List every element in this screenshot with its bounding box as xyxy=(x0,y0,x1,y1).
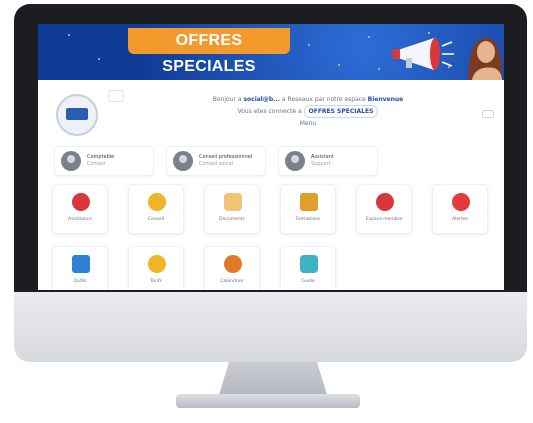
screen: OFFRES SPECIALES Bonjour a social@b... a… xyxy=(38,24,504,290)
user-avatar-icon xyxy=(285,151,305,171)
user-avatar-icon xyxy=(61,151,81,171)
tile-label: Tarifs xyxy=(150,279,162,284)
service-tile[interactable]: Assistance xyxy=(52,184,108,234)
message-icon[interactable] xyxy=(108,90,124,102)
tile-label: Guide xyxy=(301,279,315,284)
calendar-icon xyxy=(224,255,242,273)
account-sub: Conseil xyxy=(87,161,106,167)
user-avatar-icon xyxy=(173,151,193,171)
company-logo[interactable] xyxy=(56,94,98,136)
person-image xyxy=(468,37,502,80)
monitor-base xyxy=(176,394,360,408)
service-tile[interactable]: Guide xyxy=(280,246,336,290)
service-tile[interactable]: Tarifs xyxy=(128,246,184,290)
tile-label: Formations xyxy=(295,217,321,222)
account-sub: Support xyxy=(311,161,331,167)
target-icon xyxy=(376,193,394,211)
service-tile[interactable]: Outils xyxy=(52,246,108,290)
welcome-prefix: Bonjour a xyxy=(212,96,242,103)
service-tile[interactable]: Espace membre xyxy=(356,184,412,234)
account-name: Comptable xyxy=(87,154,115,160)
welcome-name: Bienvenue xyxy=(367,96,404,103)
tile-label: Conseil xyxy=(147,217,165,222)
offer-pill[interactable]: OFFRES SPECIALES xyxy=(303,105,379,118)
account-name: Assistant xyxy=(311,154,334,160)
service-tile[interactable]: Documents xyxy=(204,184,260,234)
account-card[interactable]: Assistant Support xyxy=(278,146,378,176)
monitor-chin xyxy=(14,292,527,362)
account-sub: Conseil social xyxy=(199,161,234,167)
bug-icon xyxy=(72,193,90,211)
account-card[interactable]: Comptable Conseil xyxy=(54,146,154,176)
menu-link[interactable]: Menu xyxy=(300,120,316,127)
pencil-icon xyxy=(148,255,166,273)
welcome-suffix: a Reseaux par notre espace xyxy=(281,96,366,103)
account-name: Conseil professionnel xyxy=(199,154,253,160)
tile-label: Calendrier xyxy=(220,279,244,284)
account-card[interactable]: Conseil professionnel Conseil social xyxy=(166,146,266,176)
service-tile[interactable]: Calendrier xyxy=(204,246,260,290)
banner-title: OFFRES SPECIALES xyxy=(128,28,290,75)
external-link-icon[interactable] xyxy=(482,110,494,118)
welcome-email[interactable]: social@b... xyxy=(243,96,280,103)
chat-icon xyxy=(300,255,318,273)
tile-label: Assistance xyxy=(68,217,92,222)
smile-icon xyxy=(148,193,166,211)
megaphone-icon xyxy=(392,38,454,70)
tile-label: Espace membre xyxy=(365,217,403,222)
promo-banner[interactable]: OFFRES SPECIALES xyxy=(38,24,504,80)
monitor-stand xyxy=(218,362,328,398)
tile-label: Alertes xyxy=(452,217,468,222)
welcome-message: Bonjour a social@b... a Reseaux par notr… xyxy=(138,94,478,129)
service-tile[interactable]: Formations xyxy=(280,184,336,234)
service-tile[interactable]: Conseil xyxy=(128,184,184,234)
bag-icon xyxy=(224,193,242,211)
alert-icon xyxy=(452,193,470,211)
tile-label: Documents xyxy=(219,217,245,222)
monitor-icon xyxy=(72,255,90,273)
connected-label: Vous etes connecte a xyxy=(237,108,302,115)
service-tile[interactable]: Alertes xyxy=(432,184,488,234)
folder-icon xyxy=(300,193,318,211)
tile-label: Outils xyxy=(73,279,87,284)
